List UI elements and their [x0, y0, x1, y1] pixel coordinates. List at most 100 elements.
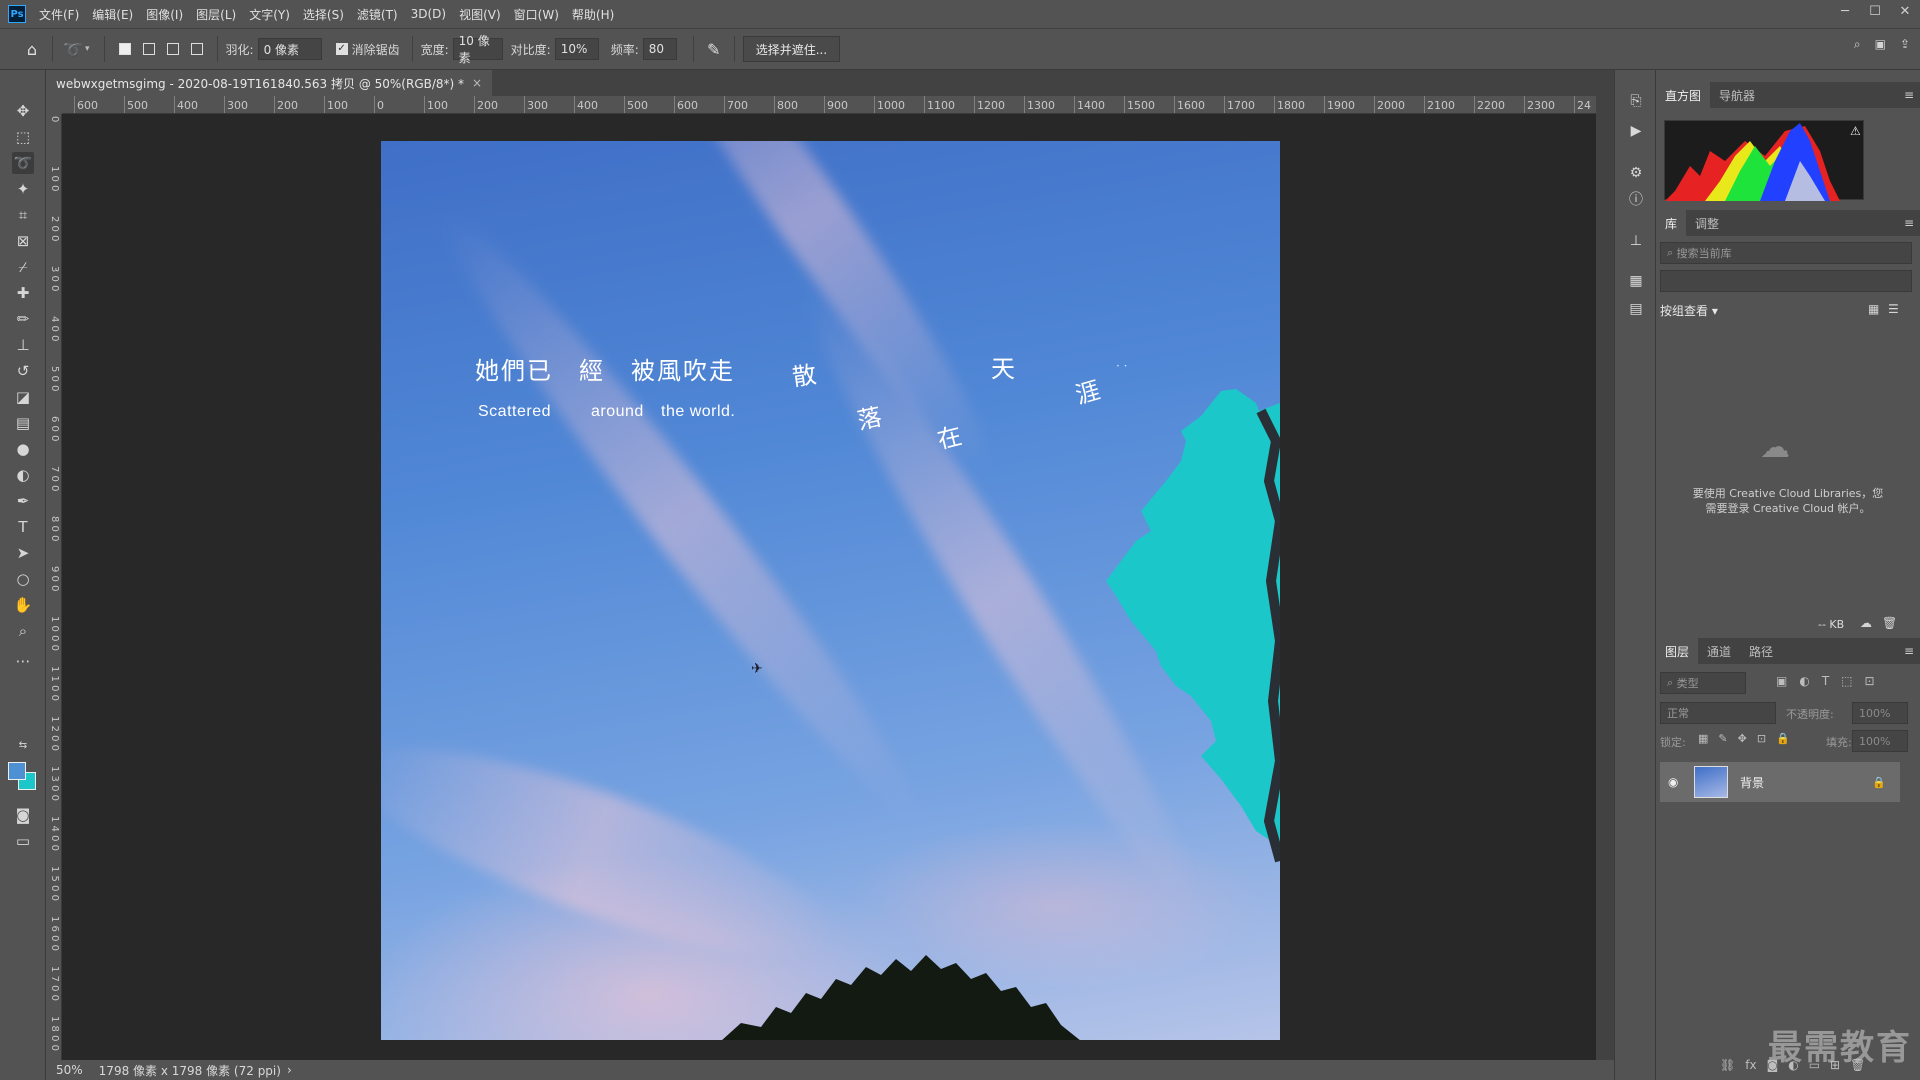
search-icon[interactable]: ⌕ [1854, 37, 1861, 52]
document-image[interactable]: 她們已 經 被風吹走 散 落 在 天 涯 · · Scattered aroun… [381, 141, 1280, 1040]
intersect-selection-icon[interactable] [185, 37, 209, 61]
panel-menu-icon[interactable]: ≡ [1904, 88, 1914, 102]
close-button[interactable]: ✕ [1890, 0, 1920, 22]
clone-stamp-tool-icon[interactable]: ⊥ [12, 334, 34, 356]
share-icon[interactable]: ⇪ [1900, 37, 1910, 52]
pen-pressure-icon[interactable]: ✎ [702, 37, 726, 61]
tab-paths[interactable]: 路径 [1740, 638, 1782, 664]
crop-tool-icon[interactable]: ⌗ [12, 204, 34, 226]
notes-panel-icon[interactable]: ▤ [1625, 298, 1647, 320]
tab-channels[interactable]: 通道 [1698, 638, 1740, 664]
library-view-dropdown[interactable]: 按组查看 ▾ [1660, 302, 1718, 319]
path-selection-tool-icon[interactable]: ➤ [12, 542, 34, 564]
more-tools-icon[interactable]: ⋯ [12, 650, 34, 672]
move-tool-icon[interactable]: ✥ [12, 100, 34, 122]
menu-view[interactable]: 视图(V) [459, 6, 501, 23]
tab-layers[interactable]: 图层 [1656, 638, 1699, 664]
zoom-level[interactable]: 50% [56, 1063, 83, 1077]
antialias-checkbox[interactable]: ✓ [335, 43, 348, 55]
brush-tool-icon[interactable]: ✏ [12, 308, 34, 330]
magnetic-lasso-preset-icon[interactable]: ➰ [61, 37, 85, 61]
menu-window[interactable]: 窗口(W) [514, 6, 559, 23]
history-panel-icon[interactable]: ⎘ [1625, 90, 1647, 112]
dodge-tool-icon[interactable]: ◐ [12, 464, 34, 486]
trash-icon[interactable]: 🗑 [1882, 616, 1897, 630]
hand-tool-icon[interactable]: ✋ [12, 594, 34, 616]
layer-filter-select[interactable]: ⌕ 类型 [1660, 672, 1746, 694]
ellipse-tool-icon[interactable]: ○ [12, 568, 34, 590]
document-tab[interactable]: webwxgetmsgimg - 2020-08-19T161840.563 拷… [46, 70, 493, 96]
lock-transparent-icon[interactable]: ▦ [1698, 732, 1708, 745]
lock-artboard-icon[interactable]: ⊡ [1757, 732, 1766, 745]
menu-help[interactable]: 帮助(H) [572, 6, 614, 23]
maximize-button[interactable]: ☐ [1860, 0, 1890, 22]
chevron-down-icon[interactable]: ▾ [85, 44, 90, 54]
eraser-tool-icon[interactable]: ◪ [12, 386, 34, 408]
adjustment-filter-icon[interactable]: ◐ [1799, 674, 1809, 688]
type-filter-icon[interactable]: T [1822, 674, 1829, 688]
menu-layer[interactable]: 图层(L) [196, 6, 236, 23]
healing-brush-tool-icon[interactable]: ✚ [12, 282, 34, 304]
close-icon[interactable]: × [472, 76, 482, 90]
library-select[interactable] [1660, 270, 1912, 292]
width-input[interactable]: 10 像素 [452, 34, 503, 65]
tab-navigator[interactable]: 导航器 [1710, 82, 1764, 108]
brush-settings-icon[interactable]: ⊥ [1625, 230, 1647, 252]
menu-select[interactable]: 选择(S) [303, 6, 344, 23]
menu-filter[interactable]: 滤镜(T) [357, 6, 398, 23]
add-selection-icon[interactable] [137, 37, 161, 61]
grid-view-icon[interactable]: ▦ [1868, 302, 1879, 316]
tab-histogram[interactable]: 直方图 [1656, 82, 1711, 108]
blur-tool-icon[interactable]: ● [12, 438, 34, 460]
eyedropper-tool-icon[interactable]: ⌿ [12, 256, 34, 278]
lock-position-icon[interactable]: ✥ [1738, 732, 1747, 745]
warning-icon[interactable]: ⚠ [1850, 124, 1861, 138]
contrast-input[interactable]: 10% [554, 38, 599, 60]
workspace-icon[interactable]: ▣ [1875, 37, 1886, 52]
zoom-tool-icon[interactable]: ⌕ [12, 620, 34, 642]
magic-wand-tool-icon[interactable]: ✦ [12, 178, 34, 200]
screen-mode-icon[interactable]: ▭ [12, 830, 34, 852]
layer-row-background[interactable]: ◉ 背景 🔒 [1660, 762, 1900, 802]
subtract-selection-icon[interactable] [161, 37, 185, 61]
menu-3d[interactable]: 3D(D) [411, 7, 446, 21]
panel-menu-icon[interactable]: ≡ [1904, 644, 1914, 658]
minimize-button[interactable]: ─ [1830, 0, 1860, 22]
visibility-eye-icon[interactable]: ◉ [1668, 775, 1678, 789]
pixel-filter-icon[interactable]: ▣ [1776, 674, 1787, 688]
menu-image[interactable]: 图像(I) [146, 6, 183, 23]
new-selection-icon[interactable] [113, 37, 137, 61]
cloud-sync-icon[interactable]: ☁ [1860, 616, 1872, 630]
fx-icon[interactable]: fx [1745, 1058, 1756, 1072]
shape-filter-icon[interactable]: ⬚ [1841, 674, 1852, 688]
swap-colors-icon[interactable]: ⇆ [12, 734, 34, 756]
type-tool-icon[interactable]: T [12, 516, 34, 538]
panel-menu-icon[interactable]: ≡ [1904, 216, 1914, 230]
blend-mode-select[interactable]: 正常 [1660, 702, 1776, 724]
library-search-input[interactable]: ⌕ 搜索当前库 [1660, 242, 1912, 264]
gradient-tool-icon[interactable]: ▤ [12, 412, 34, 434]
smart-object-filter-icon[interactable]: ⊡ [1865, 674, 1875, 688]
properties-panel-icon[interactable]: ⚙ [1625, 162, 1647, 184]
menu-edit[interactable]: 编辑(E) [92, 6, 133, 23]
menu-type[interactable]: 文字(Y) [249, 6, 290, 23]
status-arrow-icon[interactable]: › [287, 1063, 292, 1077]
quick-mask-icon[interactable]: ◙ [12, 804, 34, 826]
lock-icon[interactable]: 🔒 [1872, 776, 1886, 789]
tab-adjustments[interactable]: 调整 [1686, 210, 1728, 236]
opacity-input[interactable]: 100% [1852, 702, 1908, 724]
fill-input[interactable]: 100% [1852, 730, 1908, 752]
pen-tool-icon[interactable]: ✒ [12, 490, 34, 512]
list-view-icon[interactable]: ☰ [1888, 302, 1899, 316]
info-icon[interactable]: ⓘ [1625, 188, 1647, 210]
marquee-tool-icon[interactable]: ⬚ [12, 126, 34, 148]
select-and-mask-button[interactable]: 选择并遮住... [742, 36, 841, 62]
menu-file[interactable]: 文件(F) [39, 6, 79, 23]
styles-panel-icon[interactable]: ▦ [1625, 270, 1647, 292]
tab-libraries[interactable]: 库 [1656, 210, 1687, 236]
vertical-scrollbar[interactable] [1596, 96, 1614, 1060]
frame-tool-icon[interactable]: ⊠ [12, 230, 34, 252]
feather-input[interactable]: 0 像素 [257, 38, 322, 60]
actions-play-icon[interactable]: ▶ [1625, 120, 1647, 142]
lock-paint-icon[interactable]: ✎ [1718, 732, 1727, 745]
